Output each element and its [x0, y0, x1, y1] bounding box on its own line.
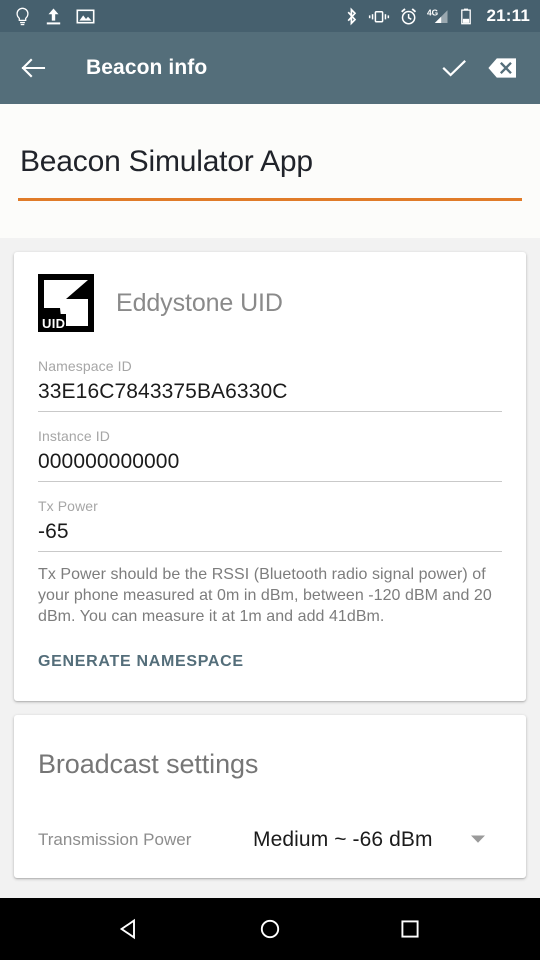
instance-id-input[interactable]: 000000000000: [38, 450, 502, 482]
nav-recents-icon[interactable]: [379, 898, 441, 960]
tx-power-input[interactable]: -65: [38, 520, 502, 552]
arrow-back-icon[interactable]: [20, 55, 46, 81]
image-icon: [76, 7, 95, 26]
status-bar-left-icons: [14, 7, 95, 26]
eddystone-logo-label: UID: [42, 316, 66, 331]
upload-icon: [45, 7, 62, 26]
tx-power-help-text: Tx Power should be the RSSI (Bluetooth r…: [38, 566, 492, 625]
eddystone-uid-card: UID Eddystone UID Namespace ID 33E16C784…: [14, 252, 526, 701]
transmission-power-spinner[interactable]: Medium ~ -66 dBm: [253, 828, 502, 852]
confirm-check-icon[interactable]: [430, 44, 478, 92]
clear-backspace-icon[interactable]: [478, 44, 526, 92]
content-scroll-area[interactable]: Beacon Simulator App UID Eddystone UID N…: [0, 104, 540, 898]
transmission-power-label: Transmission Power: [38, 830, 192, 849]
instance-id-field[interactable]: Instance ID 000000000000: [38, 428, 502, 482]
broadcast-settings-card: Broadcast settings Transmission Power Me…: [14, 715, 526, 878]
instance-id-label: Instance ID: [38, 428, 110, 444]
status-bar-right-icons: 4G 21:11: [344, 6, 530, 26]
nav-home-icon[interactable]: [239, 898, 301, 960]
nav-back-icon[interactable]: [99, 898, 161, 960]
beacon-name-underline: [18, 198, 522, 201]
alarm-clock-icon: [399, 7, 418, 26]
lightbulb-icon: [14, 7, 31, 26]
namespace-id-field[interactable]: Namespace ID 33E16C7843375BA6330C: [38, 358, 502, 412]
eddystone-card-header: UID Eddystone UID: [38, 274, 502, 332]
namespace-id-input[interactable]: 33E16C7843375BA6330C: [38, 380, 502, 412]
bluetooth-icon: [344, 7, 359, 26]
signal-4g-icon: 4G: [427, 7, 451, 26]
eddystone-card-title: Eddystone UID: [116, 288, 283, 317]
transmission-power-value[interactable]: Medium ~ -66 dBm: [253, 828, 433, 852]
eddystone-uid-logo: UID: [38, 274, 94, 332]
beacon-name-value[interactable]: Beacon Simulator App: [0, 142, 540, 182]
system-navigation-bar: [0, 898, 540, 960]
chevron-down-icon[interactable]: [470, 831, 486, 849]
app-bar: Beacon info: [0, 32, 540, 104]
status-bar-clock: 21:11: [486, 6, 530, 25]
tx-power-label: Tx Power: [38, 498, 98, 514]
generate-namespace-button[interactable]: GENERATE NAMESPACE: [38, 649, 244, 675]
svg-text:4G: 4G: [427, 7, 438, 17]
transmission-power-row[interactable]: Transmission Power Medium ~ -66 dBm: [38, 828, 502, 852]
tx-power-field[interactable]: Tx Power -65: [38, 498, 502, 552]
page-title: Beacon info: [86, 56, 208, 79]
namespace-id-label: Namespace ID: [38, 358, 132, 374]
vibrate-icon: [368, 7, 390, 26]
status-bar: 4G 21:11: [0, 0, 540, 32]
battery-icon: [460, 7, 472, 26]
beacon-name-field[interactable]: Beacon Simulator App: [0, 104, 540, 238]
broadcast-settings-heading: Broadcast settings: [38, 749, 259, 779]
